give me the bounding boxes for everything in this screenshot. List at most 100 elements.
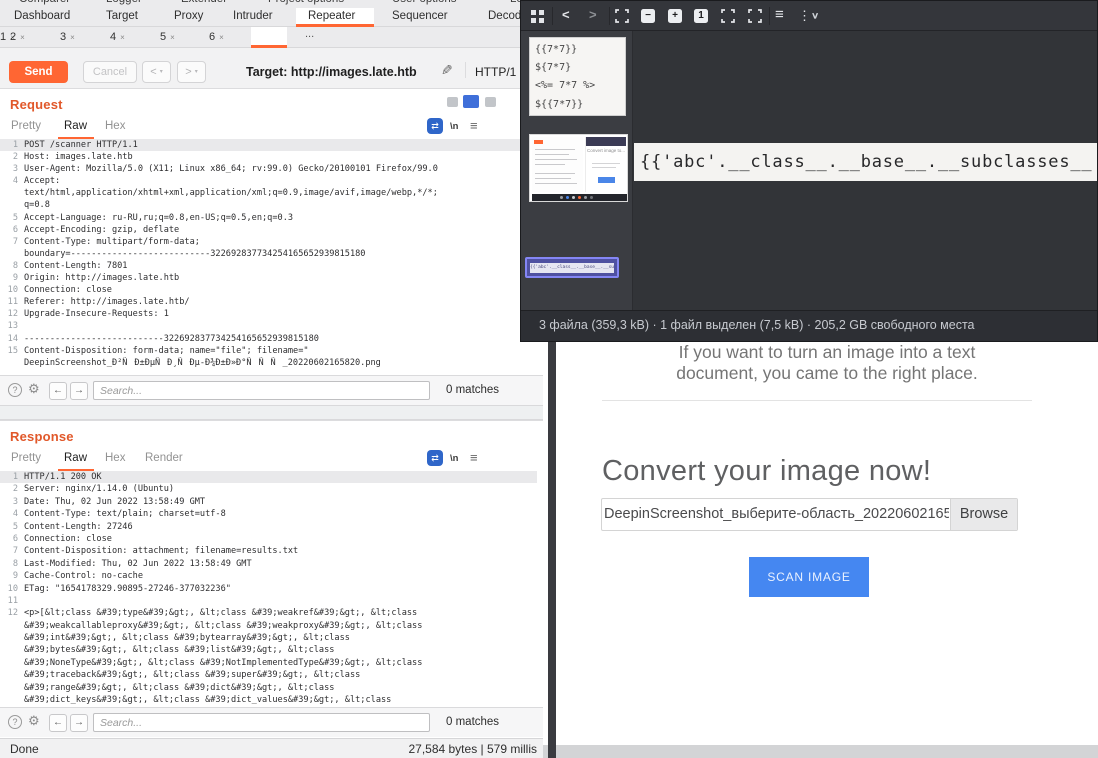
line-number: 10 [0, 583, 24, 595]
response-viewer[interactable]: 1 HTTP/1.1 200 OK 2 Server: nginx/1.14.0… [0, 471, 537, 709]
close-icon[interactable]: × [170, 33, 175, 42]
tab-raw[interactable]: Raw [64, 452, 87, 464]
search-next-button[interactable]: → [70, 382, 88, 400]
tab-raw[interactable]: Raw [64, 120, 87, 132]
sync-icon[interactable]: ⇄ [427, 450, 443, 466]
thumbnail-ssti-payloads[interactable]: {{7*7}} ${7*7} <%= 7*7 %> ${{7*7}} [529, 37, 626, 116]
zoom-in-icon[interactable]: + [668, 9, 682, 23]
line-text: q=0.8 [24, 199, 50, 211]
repeater-tab-3[interactable]: 3× [60, 31, 75, 43]
gear-icon[interactable]: ⚙ [28, 381, 40, 397]
layout-stacked-button[interactable] [463, 95, 479, 108]
search-next-button[interactable]: → [70, 714, 88, 732]
repeater-tab-5[interactable]: 5× [160, 31, 175, 43]
browser-bottom-edge [543, 745, 1098, 758]
repeater-tab-2[interactable]: 2× [10, 31, 25, 43]
menu-icon[interactable]: ≡ [470, 450, 478, 465]
http-version-selector[interactable]: HTTP/1 [475, 65, 516, 79]
tab-comparer[interactable]: Comparer [19, 0, 70, 5]
thumbnail-screenshot[interactable]: Convert image to... [529, 134, 628, 202]
layout-single-button[interactable] [485, 97, 496, 107]
fit-height-icon[interactable] [748, 9, 762, 23]
history-forward-button[interactable]: >▾ [177, 61, 206, 83]
tab-sequencer[interactable]: Sequencer [392, 10, 448, 22]
code-line: 7 Content-Type: multipart/form-data; [0, 236, 537, 248]
line-text: &#39;int&#39;&gt;, &lt;class &#39;bytear… [24, 632, 350, 644]
line-number [0, 657, 24, 669]
fit-width-icon[interactable] [721, 9, 735, 23]
fit-page-icon[interactable] [615, 9, 629, 23]
code-line: 6 Accept-Encoding: gzip, deflate [0, 224, 537, 236]
code-line: 4 Accept: [0, 175, 537, 187]
tab-pretty[interactable]: Pretty [11, 452, 41, 464]
close-icon[interactable]: × [219, 33, 224, 42]
tab-pretty[interactable]: Pretty [11, 120, 41, 132]
cancel-button[interactable]: Cancel [83, 61, 137, 83]
request-editor[interactable]: 1 POST /scanner HTTP/1.1 2 Host: images.… [0, 139, 537, 375]
tab-render[interactable]: Render [145, 452, 183, 464]
tab-intruder[interactable]: Intruder [233, 10, 273, 22]
code-line: 1 HTTP/1.1 200 OK [0, 471, 537, 483]
search-prev-button[interactable]: ← [49, 714, 67, 732]
menu-icon[interactable]: ≡ [470, 118, 478, 133]
line-text: ETag: "1654178329.90895-27246-377032236" [24, 583, 231, 595]
line-number [0, 669, 24, 681]
code-line: 6 Connection: close [0, 533, 537, 545]
kebab-menu-icon[interactable]: ⋮ [798, 8, 811, 24]
tab-proxy[interactable]: Proxy [174, 10, 203, 22]
close-icon[interactable]: × [120, 33, 125, 42]
forward-icon[interactable]: > [589, 7, 597, 22]
close-icon[interactable]: × [70, 33, 75, 42]
thumbnail-selected-payload[interactable]: {{'abc'.__class__.__base__.__subclasses_… [525, 257, 619, 278]
mini-navbar [586, 137, 626, 146]
zoom-out-icon[interactable]: − [641, 9, 655, 23]
panel-splitter[interactable] [0, 405, 543, 420]
newline-toggle[interactable]: \n [450, 453, 458, 464]
sync-icon[interactable]: ⇄ [427, 118, 443, 134]
tab-repeater[interactable]: Repeater [308, 10, 355, 22]
code-line: 15 Content-Disposition: form-data; name=… [0, 345, 537, 357]
search-input[interactable] [93, 713, 430, 732]
thumbnails-toggle-icon[interactable] [531, 10, 544, 23]
search-input[interactable] [93, 381, 430, 400]
line-text: Content-Type: multipart/form-data; [24, 236, 200, 248]
code-line: text/html,application/xhtml+xml,applicat… [0, 187, 537, 199]
scan-image-button[interactable]: SCAN IMAGE [749, 557, 869, 597]
layout-columns-button[interactable] [447, 97, 458, 107]
history-back-button[interactable]: <▾ [142, 61, 171, 83]
tab-logger[interactable]: Logger [106, 0, 142, 5]
tab-target[interactable]: Target [106, 10, 138, 22]
line-number: 8 [0, 558, 24, 570]
newline-toggle[interactable]: \n [450, 121, 458, 132]
back-icon[interactable]: < [562, 7, 570, 22]
tab-dashboard[interactable]: Dashboard [14, 10, 70, 22]
tab-hex[interactable]: Hex [105, 452, 125, 464]
actual-size-icon[interactable]: 1 [694, 9, 708, 23]
repeater-tab-4[interactable]: 4× [110, 31, 125, 43]
send-button[interactable]: Send [9, 61, 68, 83]
tab-project-options[interactable]: Project options [268, 0, 344, 5]
browse-button[interactable]: Browse [950, 499, 1017, 530]
viewer-toolbar: < > − + 1 ≡ ⋮ ∨ [521, 1, 1097, 31]
file-input[interactable]: DeepinScreenshot_выберите-область_202206… [601, 498, 1018, 531]
file-input-value[interactable]: DeepinScreenshot_выберите-область_202206… [604, 499, 949, 530]
close-icon[interactable]: × [20, 33, 25, 42]
viewer-canvas[interactable]: {{'abc'.__class__.__base__.__subclasses_… [634, 143, 1097, 181]
tab-hex[interactable]: Hex [105, 120, 125, 132]
tab-extender[interactable]: Extender [181, 0, 227, 5]
code-line: 9 Origin: http://images.late.htb [0, 272, 537, 284]
search-prev-button[interactable]: ← [49, 382, 67, 400]
viewer-status-text: 3 файла (359,3 kB) · 1 файл выделен (7,5… [539, 318, 975, 332]
repeater-tab-6[interactable]: 6× [209, 31, 224, 43]
help-icon[interactable]: ? [8, 383, 22, 397]
repeater-tabs-overflow[interactable]: ... [305, 28, 314, 40]
help-icon[interactable]: ? [8, 715, 22, 729]
line-number [0, 694, 24, 706]
line-text: POST /scanner HTTP/1.1 [24, 139, 138, 151]
chevron-down-icon[interactable]: ∨ [811, 10, 819, 20]
gear-icon[interactable]: ⚙ [28, 713, 40, 729]
code-line: 10 Connection: close [0, 284, 537, 296]
edit-pencil-icon[interactable]: ✎ [441, 62, 453, 79]
list-view-icon[interactable]: ≡ [775, 6, 784, 23]
tab-user-options[interactable]: User options [392, 0, 457, 5]
